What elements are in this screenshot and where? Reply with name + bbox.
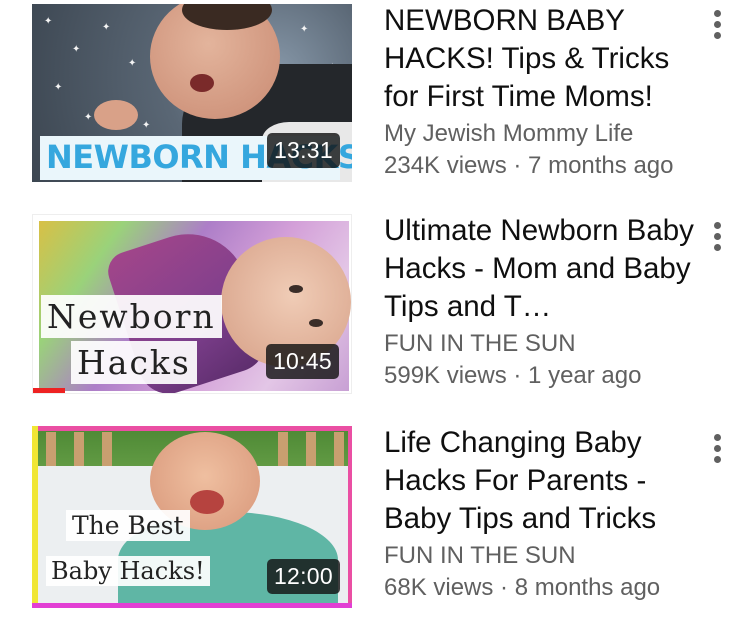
baby-mouth — [190, 490, 224, 514]
border-accent — [32, 603, 352, 608]
video-meta: 599K views · 1 year ago — [384, 362, 642, 389]
star-decoration: ✦ — [128, 58, 137, 69]
video-meta: 234K views · 7 months ago — [384, 152, 674, 179]
star-decoration: ✦ — [54, 82, 63, 93]
star-decoration: ✦ — [142, 120, 151, 131]
video-duration: 10:45 — [265, 344, 339, 379]
video-duration: 13:31 — [266, 133, 340, 168]
video-title[interactable]: NEWBORN BABY HACKS! Tips & Tricks for Fi… — [384, 2, 704, 116]
video-duration: 12:00 — [266, 559, 340, 594]
star-decoration: ✦ — [84, 112, 93, 123]
star-decoration: ✦ — [300, 24, 309, 35]
more-options-icon[interactable] — [708, 434, 726, 468]
star-decoration: ✦ — [72, 44, 81, 55]
video-info[interactable]: Ultimate Newborn Baby Hacks - Mom and Ba… — [384, 212, 704, 392]
channel-name[interactable]: FUN IN THE SUN — [384, 540, 704, 572]
baby-mouth — [190, 74, 214, 92]
star-decoration: ✦ — [102, 22, 111, 33]
video-title[interactable]: Life Changing Baby Hacks For Parents - B… — [384, 424, 704, 538]
thumbnail-text: The Best — [66, 510, 190, 541]
channel-name[interactable]: FUN IN THE SUN — [384, 328, 704, 360]
baby-eye — [309, 319, 323, 327]
thumbnail-text: Hacks — [71, 341, 197, 384]
video-item[interactable]: ✦ ✦ ✦ ✦ ✦ ✦ ✦ ✦ ✦ ✦ NEWBORN HACKS 13:31 … — [0, 0, 750, 200]
star-decoration: ✦ — [44, 16, 53, 27]
more-options-icon[interactable] — [708, 222, 726, 256]
thumbnail-text: Baby Hacks! — [46, 556, 210, 586]
watch-progress-bar — [33, 388, 65, 393]
video-item[interactable]: The Best Baby Hacks! 12:00 Life Changing… — [0, 426, 750, 626]
video-thumbnail[interactable]: The Best Baby Hacks! 12:00 — [32, 426, 352, 608]
video-info[interactable]: Life Changing Baby Hacks For Parents - B… — [384, 424, 704, 604]
video-thumbnail[interactable]: Newborn Hacks 10:45 — [32, 214, 352, 394]
video-meta: 68K views · 8 months ago — [384, 574, 661, 601]
baby-hand — [94, 100, 138, 130]
thumbnail-text: Newborn — [41, 295, 222, 338]
video-item[interactable]: Newborn Hacks 10:45 Ultimate Newborn Bab… — [0, 214, 750, 414]
border-accent — [32, 426, 38, 608]
video-info[interactable]: NEWBORN BABY HACKS! Tips & Tricks for Fi… — [384, 2, 704, 182]
video-thumbnail[interactable]: ✦ ✦ ✦ ✦ ✦ ✦ ✦ ✦ ✦ ✦ NEWBORN HACKS 13:31 — [32, 4, 352, 182]
baby-eye — [289, 285, 303, 293]
channel-name[interactable]: My Jewish Mommy Life — [384, 118, 704, 150]
video-title[interactable]: Ultimate Newborn Baby Hacks - Mom and Ba… — [384, 212, 704, 326]
more-options-icon[interactable] — [708, 10, 726, 44]
